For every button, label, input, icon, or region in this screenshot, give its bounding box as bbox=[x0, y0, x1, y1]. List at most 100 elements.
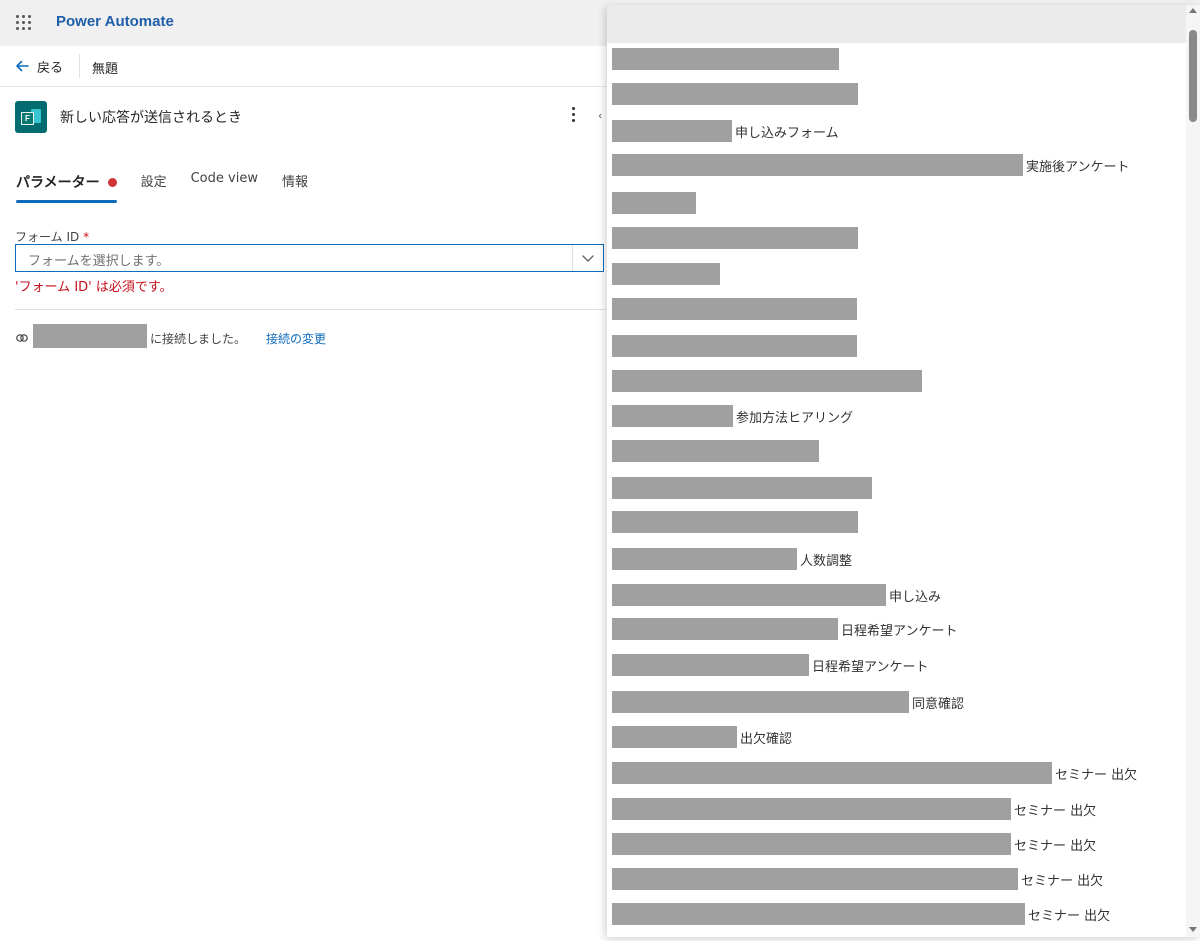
dropdown-option[interactable] bbox=[612, 439, 822, 463]
option-label: セミナー 出欠 bbox=[1021, 873, 1104, 889]
redacted-option-name bbox=[612, 762, 1052, 784]
dropdown-option[interactable]: 参加方法ヒアリング bbox=[612, 404, 853, 428]
redacted-option-name bbox=[612, 48, 839, 70]
option-label: セミナー 出欠 bbox=[1055, 767, 1138, 783]
option-label: 実施後アンケート bbox=[1026, 159, 1130, 175]
panel-tabs: パラメーター 設定 Code view 情報 bbox=[16, 169, 332, 203]
back-arrow-icon bbox=[16, 60, 29, 72]
dropdown-option[interactable]: 申し込みフォーム bbox=[612, 119, 839, 143]
microsoft-forms-icon: F bbox=[15, 101, 47, 133]
dropdown-option[interactable]: 同意確認 bbox=[612, 690, 964, 714]
form-options-dropdown[interactable]: 申し込みフォーム実施後アンケート参加方法ヒアリング人数調整申し込み日程希望アンケ… bbox=[607, 5, 1200, 937]
dropdown-option[interactable]: セミナー 出欠 bbox=[612, 832, 1096, 856]
dropdown-option[interactable]: 実施後アンケート bbox=[612, 153, 1129, 177]
connection-link-icon bbox=[16, 334, 28, 342]
dropdown-option[interactable]: セミナー 出欠 bbox=[612, 902, 1110, 926]
redacted-option-name bbox=[612, 477, 872, 499]
redacted-option-name bbox=[612, 833, 1011, 855]
redacted-option-name bbox=[612, 370, 922, 392]
redacted-option-name bbox=[612, 83, 858, 105]
redacted-option-name bbox=[612, 903, 1025, 925]
section-divider bbox=[15, 309, 606, 310]
redacted-option-name bbox=[612, 618, 838, 640]
option-label: 日程希望アンケート bbox=[812, 659, 929, 675]
dropdown-option[interactable] bbox=[612, 262, 723, 286]
collapse-panel-icon[interactable]: ‹ bbox=[598, 109, 606, 123]
command-separator bbox=[79, 54, 80, 78]
trigger-title[interactable]: 新しい応答が送信されるとき bbox=[60, 107, 242, 127]
redacted-option-name bbox=[612, 335, 857, 357]
redacted-option-name bbox=[612, 440, 819, 462]
option-label: セミナー 出欠 bbox=[1014, 803, 1097, 819]
dropdown-option[interactable]: 申し込み bbox=[612, 583, 941, 607]
tab-parameters-label: パラメーター bbox=[16, 175, 100, 191]
dropdown-option[interactable] bbox=[612, 297, 860, 321]
dropdown-toggle[interactable] bbox=[572, 245, 603, 271]
redacted-option-name bbox=[612, 548, 797, 570]
form-id-label: フォーム ID * bbox=[15, 228, 89, 245]
chevron-down-icon bbox=[582, 255, 594, 262]
form-id-placeholder: フォームを選択します。 bbox=[28, 254, 170, 269]
connection-status-text: に接続しました。 bbox=[150, 332, 247, 346]
option-label: 参加方法ヒアリング bbox=[736, 410, 854, 426]
dropdown-option[interactable] bbox=[612, 82, 861, 106]
redacted-option-name bbox=[612, 798, 1011, 820]
redacted-option-name bbox=[612, 192, 696, 214]
dropdown-option[interactable]: 人数調整 bbox=[612, 547, 852, 571]
error-dot-icon bbox=[107, 177, 117, 187]
redacted-option-name bbox=[612, 868, 1018, 890]
scroll-down-icon[interactable] bbox=[1189, 927, 1197, 932]
tab-info[interactable]: 情報 bbox=[282, 169, 308, 203]
option-label: セミナー 出欠 bbox=[1028, 908, 1111, 924]
dropdown-option[interactable] bbox=[612, 47, 842, 71]
back-label: 戻る bbox=[37, 60, 64, 76]
trigger-details-panel: F 新しい応答が送信されるとき ‹ パラメーター 設定 Code view 情報… bbox=[0, 87, 606, 941]
dropdown-option[interactable]: セミナー 出欠 bbox=[612, 797, 1096, 821]
form-id-select[interactable]: フォームを選択します。 bbox=[15, 244, 604, 272]
scrollbar-thumb[interactable] bbox=[1189, 30, 1197, 122]
dropdown-option[interactable]: セミナー 出欠 bbox=[612, 867, 1103, 891]
option-label: セミナー 出欠 bbox=[1014, 838, 1097, 854]
redacted-option-name bbox=[612, 298, 857, 320]
tab-parameters[interactable]: パラメーター bbox=[16, 169, 117, 203]
dropdown-option[interactable] bbox=[612, 369, 925, 393]
redacted-account bbox=[33, 324, 147, 348]
command-bar: 戻る 無題 bbox=[0, 46, 606, 87]
redacted-option-name bbox=[612, 405, 733, 427]
dropdown-option[interactable]: 日程希望アンケート bbox=[612, 653, 928, 677]
redacted-option-name bbox=[612, 263, 720, 285]
dropdown-option[interactable] bbox=[612, 510, 861, 534]
dropdown-option[interactable] bbox=[612, 334, 860, 358]
more-options-icon[interactable] bbox=[570, 107, 578, 125]
flow-name[interactable]: 無題 bbox=[92, 58, 118, 77]
redacted-option-name bbox=[612, 227, 858, 249]
option-label: 同意確認 bbox=[912, 696, 965, 712]
option-label: 出欠確認 bbox=[740, 731, 793, 747]
app-title[interactable]: Power Automate bbox=[56, 13, 174, 30]
redacted-option-name bbox=[612, 511, 858, 533]
required-mark: * bbox=[83, 230, 90, 244]
dropdown-scrollbar[interactable] bbox=[1186, 5, 1200, 937]
redacted-option-name bbox=[612, 726, 737, 748]
app-launcher-icon[interactable] bbox=[16, 15, 32, 31]
form-id-error: 'フォーム ID' は必須です。 bbox=[15, 280, 173, 295]
redacted-option-name bbox=[612, 691, 909, 713]
change-connection-link[interactable]: 接続の変更 bbox=[266, 330, 326, 347]
dropdown-option[interactable]: セミナー 出欠 bbox=[612, 761, 1137, 785]
dropdown-option[interactable] bbox=[612, 191, 699, 215]
form-id-label-text: フォーム ID bbox=[15, 230, 80, 244]
dropdown-option[interactable] bbox=[612, 476, 875, 500]
scroll-up-icon[interactable] bbox=[1189, 8, 1197, 13]
option-label: 人数調整 bbox=[800, 553, 853, 569]
redacted-option-name bbox=[612, 584, 886, 606]
back-button[interactable]: 戻る bbox=[13, 55, 63, 77]
tab-settings[interactable]: 設定 bbox=[141, 169, 167, 203]
redacted-option-name bbox=[612, 154, 1023, 176]
dropdown-header bbox=[607, 5, 1200, 43]
dropdown-option[interactable]: 出欠確認 bbox=[612, 725, 792, 749]
dropdown-option[interactable]: 日程希望アンケート bbox=[612, 617, 957, 641]
tab-code-view[interactable]: Code view bbox=[191, 169, 258, 203]
redacted-option-name bbox=[612, 120, 732, 142]
redacted-option-name bbox=[612, 654, 809, 676]
dropdown-option[interactable] bbox=[612, 226, 861, 250]
